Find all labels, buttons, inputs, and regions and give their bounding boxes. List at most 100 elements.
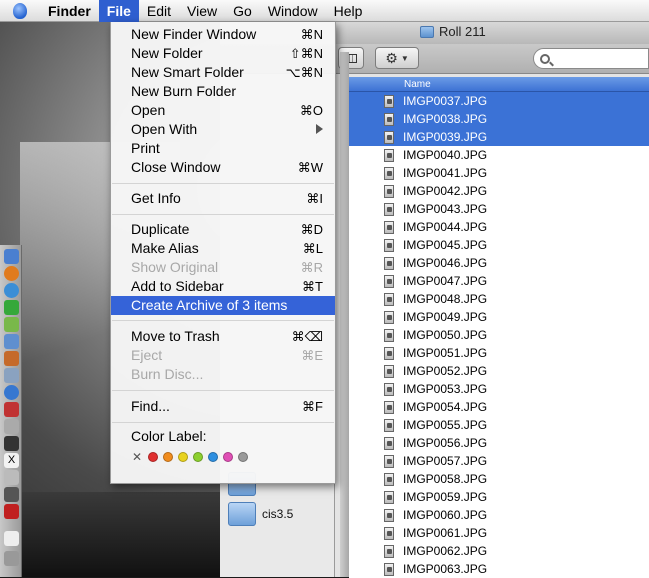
- list-item[interactable]: IMGP0056.JPG: [349, 434, 649, 452]
- list-item[interactable]: IMGP0038.JPG: [349, 110, 649, 128]
- apple-menu[interactable]: [0, 0, 40, 22]
- photo-dock-icon[interactable]: [4, 351, 19, 366]
- color-label-swatch[interactable]: [178, 452, 188, 462]
- list-item[interactable]: IMGP0050.JPG: [349, 326, 649, 344]
- jpeg-file-icon: [384, 454, 394, 468]
- menu-window[interactable]: Window: [260, 0, 326, 22]
- list-item[interactable]: IMGP0054.JPG: [349, 398, 649, 416]
- search-icon: [540, 53, 550, 64]
- name-column-header[interactable]: Name: [349, 77, 649, 92]
- list-item[interactable]: IMGP0042.JPG: [349, 182, 649, 200]
- list-item[interactable]: IMGP0049.JPG: [349, 308, 649, 326]
- menu-item-new-burn-folder[interactable]: New Burn Folder: [111, 82, 335, 101]
- menu-item-new-smart-folder[interactable]: New Smart Folder ⌥⌘N: [111, 63, 335, 82]
- menu-help[interactable]: Help: [326, 0, 371, 22]
- menu-item-label: Eject: [131, 347, 163, 363]
- jpeg-file-icon: [384, 184, 394, 198]
- jpeg-file-icon: [384, 364, 394, 378]
- menu-item-new-folder[interactable]: New Folder ⇧⌘N: [111, 44, 335, 63]
- search-input[interactable]: [533, 48, 649, 69]
- settings-dock-icon[interactable]: [4, 470, 19, 485]
- menu-item-print[interactable]: Print: [111, 139, 335, 158]
- menu-file[interactable]: File: [98, 0, 139, 22]
- color-label-swatch[interactable]: [163, 452, 173, 462]
- menu-item-shortcut: ⌘I: [306, 191, 323, 206]
- menu-item-make-alias[interactable]: Make Alias ⌘L: [111, 239, 335, 258]
- menu-separator: [112, 390, 334, 391]
- app-dock-icon[interactable]: [4, 317, 19, 332]
- menu-item-find[interactable]: Find... ⌘F: [111, 397, 335, 416]
- color-label-swatch[interactable]: [208, 452, 218, 462]
- color-label-swatches: ✕: [131, 450, 248, 464]
- sidebar-item-cis35[interactable]: cis3.5: [228, 502, 293, 526]
- trash-dock-icon[interactable]: [4, 551, 19, 566]
- menu-finder[interactable]: Finder: [40, 0, 99, 22]
- menu-view[interactable]: View: [179, 0, 225, 22]
- menu-edit[interactable]: Edit: [139, 0, 179, 22]
- menu-item-open[interactable]: Open ⌘O: [111, 101, 335, 120]
- list-item[interactable]: IMGP0045.JPG: [349, 236, 649, 254]
- list-item[interactable]: IMGP0051.JPG: [349, 344, 649, 362]
- document-dock-icon[interactable]: [4, 531, 19, 546]
- app-red-dock-icon[interactable]: [4, 402, 19, 417]
- jpeg-file-icon: [384, 382, 394, 396]
- list-item[interactable]: IMGP0055.JPG: [349, 416, 649, 434]
- list-item[interactable]: IMGP0057.JPG: [349, 452, 649, 470]
- action-menu-button[interactable]: ⚙ ▼: [375, 47, 419, 69]
- globe-dock-icon[interactable]: [4, 385, 19, 400]
- no-label-icon[interactable]: ✕: [131, 450, 143, 464]
- file-name: IMGP0048.JPG: [403, 292, 488, 306]
- firefox-dock-icon[interactable]: [4, 266, 19, 281]
- list-item[interactable]: IMGP0046.JPG: [349, 254, 649, 272]
- list-item[interactable]: IMGP0037.JPG: [349, 92, 649, 110]
- list-item[interactable]: IMGP0059.JPG: [349, 488, 649, 506]
- list-item[interactable]: IMGP0048.JPG: [349, 290, 649, 308]
- color-label-swatch[interactable]: [238, 452, 248, 462]
- list-item[interactable]: IMGP0040.JPG: [349, 146, 649, 164]
- file-name: IMGP0054.JPG: [403, 400, 488, 414]
- list-item[interactable]: IMGP0053.JPG: [349, 380, 649, 398]
- menu-item-close-window[interactable]: Close Window ⌘W: [111, 158, 335, 177]
- menu-item-new-finder-window[interactable]: New Finder Window ⌘N: [111, 25, 335, 44]
- file-name: IMGP0051.JPG: [403, 346, 488, 360]
- list-item[interactable]: IMGP0052.JPG: [349, 362, 649, 380]
- jpeg-file-icon: [384, 508, 394, 522]
- tool-dock-icon[interactable]: [4, 368, 19, 383]
- list-item[interactable]: IMGP0044.JPG: [349, 218, 649, 236]
- menu-go[interactable]: Go: [225, 0, 260, 22]
- list-item[interactable]: IMGP0062.JPG: [349, 542, 649, 560]
- menu-item-add-to-sidebar[interactable]: Add to Sidebar ⌘T: [111, 277, 335, 296]
- list-item[interactable]: IMGP0061.JPG: [349, 524, 649, 542]
- color-label-swatch[interactable]: [148, 452, 158, 462]
- utility-dock-icon[interactable]: [4, 419, 19, 434]
- file-name: IMGP0042.JPG: [403, 184, 488, 198]
- stack-dock-icon[interactable]: [4, 487, 19, 502]
- list-item[interactable]: IMGP0039.JPG: [349, 128, 649, 146]
- file-menu-dropdown: New Finder Window ⌘N New Folder ⇧⌘N New …: [110, 22, 336, 484]
- list-item[interactable]: IMGP0041.JPG: [349, 164, 649, 182]
- menu-item-move-to-trash[interactable]: Move to Trash ⌘⌫: [111, 327, 335, 346]
- menu-item-open-with[interactable]: Open With: [111, 120, 335, 139]
- color-label-swatch[interactable]: [193, 452, 203, 462]
- terminal-dock-icon[interactable]: [4, 436, 19, 451]
- menu-item-label: New Finder Window: [131, 26, 257, 42]
- x11-dock-icon[interactable]: X: [4, 453, 19, 468]
- list-item[interactable]: IMGP0043.JPG: [349, 200, 649, 218]
- menu-item-create-archive[interactable]: Create Archive of 3 items: [111, 296, 335, 315]
- pdf-dock-icon[interactable]: [4, 504, 19, 519]
- browser-dock-icon[interactable]: [4, 283, 19, 298]
- window-titlebar[interactable]: Roll 211: [335, 22, 649, 44]
- arrow-dock-icon[interactable]: [4, 300, 19, 315]
- list-item[interactable]: IMGP0058.JPG: [349, 470, 649, 488]
- column-divider[interactable]: [340, 52, 349, 577]
- list-item[interactable]: IMGP0047.JPG: [349, 272, 649, 290]
- color-label-swatch[interactable]: [223, 452, 233, 462]
- menu-item-shortcut: ⌘E: [301, 348, 323, 363]
- list-item[interactable]: IMGP0060.JPG: [349, 506, 649, 524]
- file-name: IMGP0037.JPG: [403, 94, 488, 108]
- finder-dock-icon[interactable]: [4, 249, 19, 264]
- list-item[interactable]: IMGP0063.JPG: [349, 560, 649, 578]
- menu-item-get-info[interactable]: Get Info ⌘I: [111, 189, 335, 208]
- menu-item-duplicate[interactable]: Duplicate ⌘D: [111, 220, 335, 239]
- itunes-dock-icon[interactable]: [4, 334, 19, 349]
